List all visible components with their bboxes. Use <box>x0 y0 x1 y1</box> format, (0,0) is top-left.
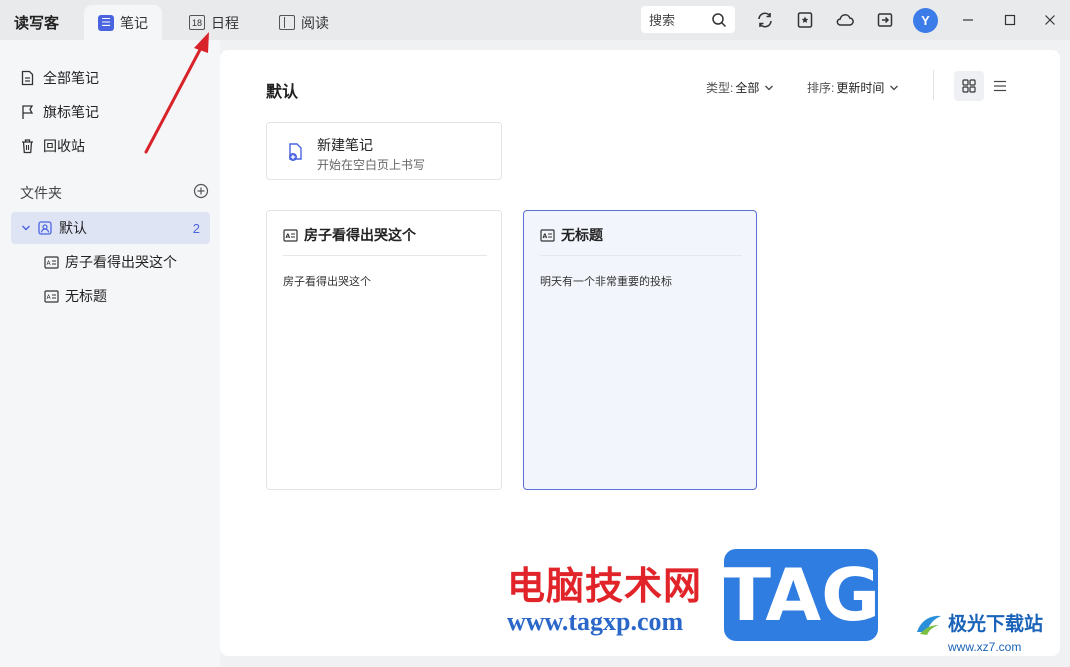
sidebar-item-label: 旗标笔记 <box>43 104 99 120</box>
type-filter-value: 全部 <box>735 81 760 95</box>
new-note-title: 新建笔记 <box>317 137 373 153</box>
tab-reading-label: 阅读 <box>301 14 329 31</box>
sidebar-item-label: 回收站 <box>43 138 85 154</box>
title-bar: 读写客 ☰ 笔记 18 日程 阅读 搜索 Y <box>0 0 1070 40</box>
watermark-jg-url: www.xz7.com <box>948 640 1022 654</box>
chevron-down-icon <box>765 85 774 90</box>
flag-icon <box>22 105 34 119</box>
tab-notes-label: 笔记 <box>120 14 148 31</box>
type-filter-label: 类型: <box>706 81 734 95</box>
chevron-down-icon[interactable] <box>21 223 31 233</box>
tab-schedule[interactable]: 18 日程 <box>175 5 253 40</box>
document-icon <box>21 70 34 86</box>
folders-section-title: 文件夹 <box>20 185 62 201</box>
new-note-subtitle: 开始在空白页上书写 <box>317 158 426 172</box>
close-icon[interactable] <box>1040 10 1060 30</box>
divider <box>283 255 487 256</box>
minimize-icon[interactable] <box>958 10 978 30</box>
grid-view-button[interactable] <box>954 71 984 101</box>
book-icon <box>279 15 295 30</box>
tab-schedule-label: 日程 <box>211 14 239 31</box>
watermark-site-url: www.tagxp.com <box>507 607 684 636</box>
svg-text:A: A <box>543 233 548 240</box>
new-document-icon <box>289 143 302 161</box>
watermark-jg-name: 极光下载站 <box>948 614 1044 635</box>
sidebar-item-trash[interactable]: 回收站 <box>20 134 85 158</box>
calendar-icon: 18 <box>189 15 205 30</box>
sync-icon[interactable] <box>755 10 775 30</box>
chevron-down-icon <box>890 85 899 90</box>
divider <box>933 70 934 100</box>
note-card-header: A 房子看得出哭这个 <box>283 225 416 245</box>
sort-label: 排序: <box>807 81 835 95</box>
list-view-button[interactable] <box>990 76 1010 96</box>
note-card[interactable]: A 房子看得出哭这个 房子看得出哭这个 <box>266 210 502 490</box>
note-card-icon: A <box>44 255 59 269</box>
sidebar-item-flagged[interactable]: 旗标笔记 <box>20 100 99 124</box>
note-icon: ☰ <box>98 14 114 31</box>
search-box[interactable]: 搜索 <box>641 6 735 33</box>
folder-count: 2 <box>192 220 200 236</box>
sort-dropdown[interactable]: 排序: 更新时间 <box>807 79 899 96</box>
folder-person-icon <box>38 221 52 235</box>
search-icon <box>712 12 727 27</box>
sidebar-note-item[interactable]: A 无标题 <box>44 284 107 308</box>
tab-notes[interactable]: ☰ 笔记 <box>84 5 162 40</box>
note-card-icon: A <box>44 289 59 303</box>
svg-text:A: A <box>47 260 52 267</box>
note-card-icon: A <box>540 228 555 242</box>
avatar[interactable]: Y <box>913 8 938 33</box>
add-folder-icon[interactable] <box>193 183 209 204</box>
tab-reading[interactable]: 阅读 <box>265 5 343 40</box>
sidebar-note-label: 房子看得出哭这个 <box>65 254 177 270</box>
note-card-title: 房子看得出哭这个 <box>304 227 416 243</box>
cloud-icon[interactable] <box>835 10 855 30</box>
search-label: 搜索 <box>649 13 676 28</box>
note-card-icon: A <box>283 228 298 242</box>
note-card-body: 明天有一个非常重要的投标 <box>540 276 672 288</box>
note-card-title: 无标题 <box>561 227 603 243</box>
folder-label: 默认 <box>59 220 87 236</box>
grid-icon <box>962 79 976 93</box>
folder-default[interactable]: 默认 2 <box>11 212 210 244</box>
maximize-icon[interactable] <box>1000 10 1020 30</box>
trash-icon <box>22 139 33 154</box>
sort-value: 更新时间 <box>836 81 885 95</box>
sidebar: 全部笔记 旗标笔记 回收站 文件夹 默认 2 A 房子看得出哭这个 A 无标题 <box>0 40 220 667</box>
star-note-icon[interactable] <box>795 10 815 30</box>
new-note-button[interactable]: 新建笔记 开始在空白页上书写 <box>266 122 502 180</box>
app-name: 读写客 <box>14 15 60 32</box>
sidebar-note-item[interactable]: A 房子看得出哭这个 <box>44 250 177 274</box>
sidebar-note-label: 无标题 <box>65 288 107 304</box>
watermark-site-name: 电脑技术网 <box>507 564 703 608</box>
divider <box>540 255 742 256</box>
type-filter-dropdown[interactable]: 类型: 全部 <box>706 79 774 96</box>
note-card-selected[interactable]: A 无标题 明天有一个非常重要的投标 <box>523 210 757 490</box>
list-icon <box>994 80 1006 92</box>
export-icon[interactable] <box>875 10 895 30</box>
note-card-header: A 无标题 <box>540 225 603 245</box>
watermark-jg-logo: 极光下载站 <box>914 612 1043 638</box>
svg-text:A: A <box>47 294 52 301</box>
page-title: 默认 <box>266 84 299 101</box>
watermark-tag-logo: TAG <box>722 549 880 641</box>
sidebar-item-label: 全部笔记 <box>43 70 99 86</box>
aurora-logo-icon <box>917 615 941 635</box>
note-card-body: 房子看得出哭这个 <box>283 276 371 288</box>
svg-text:A: A <box>286 233 291 240</box>
sidebar-item-all-notes[interactable]: 全部笔记 <box>20 66 99 90</box>
